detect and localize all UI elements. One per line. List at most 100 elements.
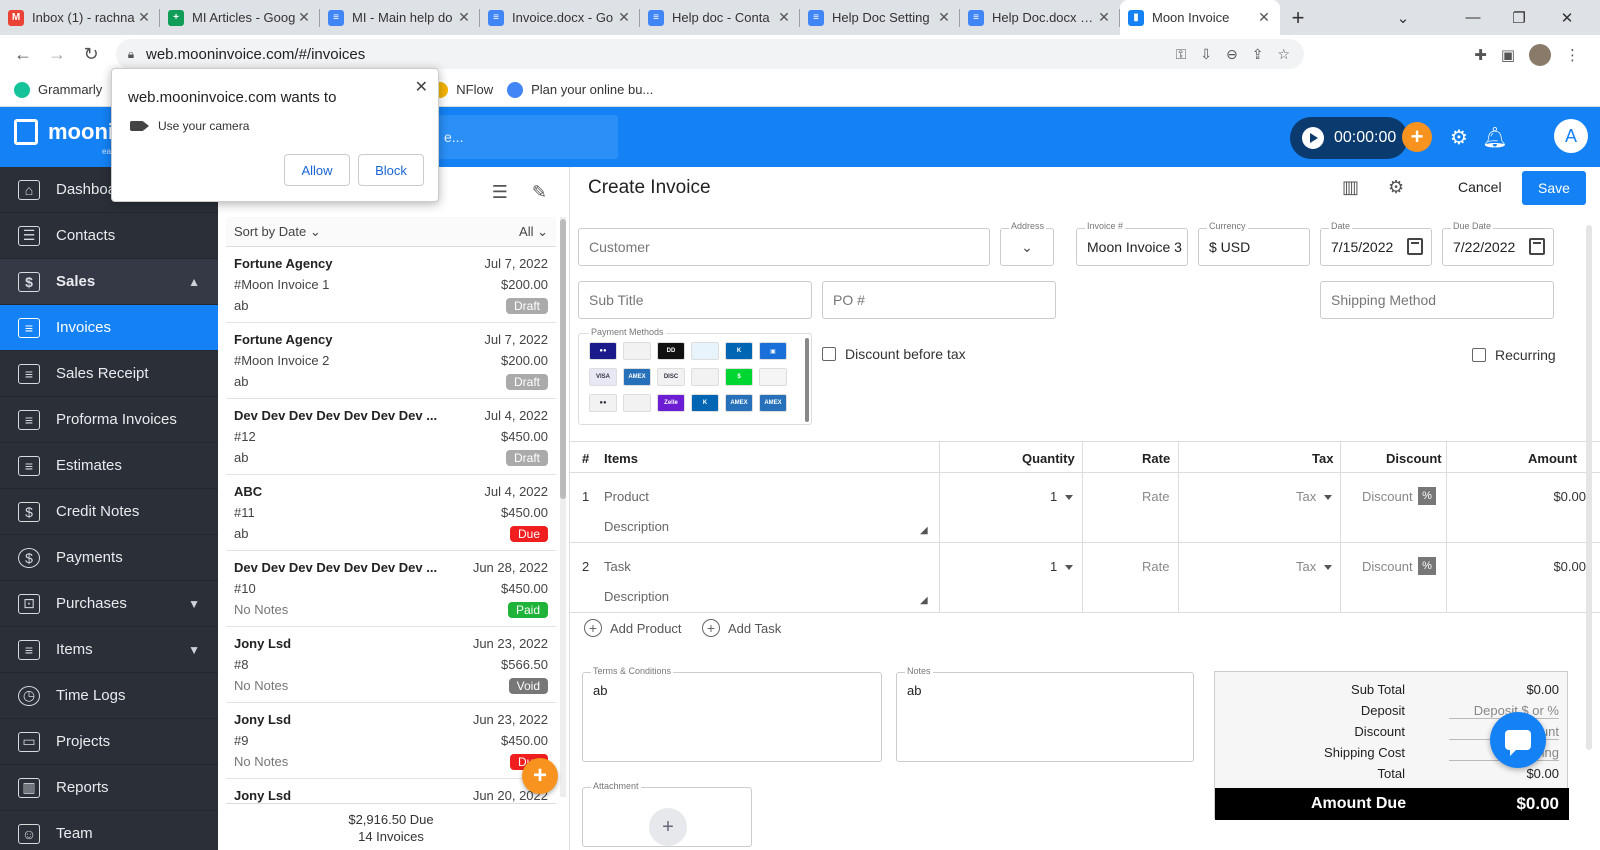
sidebar-item-estimates[interactable]: ≡ Estimates bbox=[0, 443, 218, 489]
discount-input[interactable]: Discount bbox=[1362, 489, 1413, 504]
dd-icon[interactable]: DD bbox=[657, 342, 685, 360]
save-button[interactable]: Save bbox=[1522, 171, 1586, 205]
close-tab-icon[interactable]: ✕ bbox=[776, 9, 792, 26]
due-date-field[interactable]: Due Date 7/22/2022 bbox=[1442, 221, 1554, 266]
address-dropdown[interactable]: Address ⌄ bbox=[1000, 221, 1054, 266]
cashapp-icon[interactable]: $ bbox=[725, 368, 753, 386]
invoice-list-item[interactable]: Dev Dev Dev Dev Dev Dev Dev ... Jul 4, 2… bbox=[226, 399, 556, 475]
amex-icon[interactable]: AMEX bbox=[623, 368, 651, 386]
visa-icon[interactable]: VISA bbox=[589, 368, 617, 386]
sidebar-item-contacts[interactable]: ☰ Contacts bbox=[0, 213, 218, 259]
sidebar-item-projects[interactable]: ▭ Projects bbox=[0, 719, 218, 765]
bookmark-item[interactable]: NFlow bbox=[432, 81, 493, 98]
bookmark-item[interactable]: Grammarly bbox=[14, 81, 102, 98]
filter-icon[interactable]: ☰ bbox=[492, 182, 508, 203]
chevron-down-icon[interactable]: ▼ bbox=[188, 643, 200, 657]
calendar-icon[interactable] bbox=[1529, 238, 1545, 255]
sidebar-item-credit-notes[interactable]: $ Credit Notes bbox=[0, 489, 218, 535]
percent-toggle-icon[interactable]: % bbox=[1418, 557, 1436, 575]
quick-add-icon[interactable]: + bbox=[1402, 122, 1432, 152]
cancel-button[interactable]: Cancel bbox=[1458, 179, 1502, 195]
sidebar-item-purchases[interactable]: ⊡ Purchases ▼ bbox=[0, 581, 218, 627]
invoice-list-item[interactable]: ABC Jul 4, 2022 #11 $450.00 ab Due bbox=[226, 475, 556, 551]
close-tab-icon[interactable]: ✕ bbox=[136, 9, 152, 26]
add-task-button[interactable]: + Add Task bbox=[702, 619, 781, 637]
sidebar-item-invoices[interactable]: ≡ Invoices bbox=[0, 305, 218, 351]
date-field[interactable]: Date 7/15/2022 bbox=[1320, 221, 1432, 266]
sidebar-item-payments[interactable]: $ Payments bbox=[0, 535, 218, 581]
close-tab-icon[interactable]: ✕ bbox=[616, 9, 632, 26]
card-icon[interactable] bbox=[623, 342, 651, 360]
bookmark-star-icon[interactable]: ☆ bbox=[1277, 46, 1290, 63]
klarna-2-icon[interactable]: K bbox=[691, 394, 719, 412]
side-panel-icon[interactable]: ▣ bbox=[1501, 46, 1515, 64]
block-button[interactable]: Block bbox=[358, 154, 424, 186]
shipping-method-field[interactable]: Shipping Method bbox=[1320, 281, 1554, 319]
close-icon[interactable]: ✕ bbox=[415, 77, 428, 97]
browser-tab[interactable]: M Inbox (1) - rachna ✕ bbox=[0, 0, 160, 35]
sidebar-item-time-logs[interactable]: ◷ Time Logs bbox=[0, 673, 218, 719]
discount-input[interactable]: Discount bbox=[1362, 559, 1413, 574]
profile-avatar-icon[interactable] bbox=[1529, 44, 1551, 66]
key-icon[interactable]: ⚿ bbox=[1176, 46, 1187, 63]
user-avatar[interactable]: A bbox=[1554, 119, 1588, 153]
form-scrollbar[interactable] bbox=[1586, 225, 1592, 750]
po-number-field[interactable]: PO # bbox=[822, 281, 1056, 319]
sidebar-item-proforma-invoices[interactable]: ≡ Proforma Invoices bbox=[0, 397, 218, 443]
invoice-list-item[interactable]: Jony Lsd Jun 23, 2022 #8 $566.50 No Note… bbox=[226, 627, 556, 703]
omnibox[interactable]: 🔒︎ web.mooninvoice.com/#/invoices ⚿ ⇩ ⊖ … bbox=[116, 39, 1304, 69]
rate-input[interactable]: Rate bbox=[1142, 559, 1169, 574]
sidebar-item-items[interactable]: ≡ Items ▼ bbox=[0, 627, 218, 673]
currency-field[interactable]: Currency $ USD bbox=[1198, 221, 1310, 266]
recurring-checkbox[interactable]: Recurring bbox=[1472, 347, 1556, 363]
terms-field[interactable]: Terms & Conditions ab bbox=[582, 666, 882, 762]
close-tab-icon[interactable]: ✕ bbox=[296, 9, 312, 26]
share-icon[interactable]: ⇪ bbox=[1252, 46, 1264, 63]
resize-handle-icon[interactable]: ◢ bbox=[920, 525, 928, 536]
reload-icon[interactable]: ↻ bbox=[74, 44, 108, 65]
chevron-down-icon[interactable]: ▼ bbox=[188, 597, 200, 611]
resize-handle-icon[interactable]: ◢ bbox=[920, 595, 928, 606]
cheque-icon[interactable] bbox=[623, 394, 651, 412]
sidebar-item-sales-receipt[interactable]: ≡ Sales Receipt bbox=[0, 351, 218, 397]
browser-tab[interactable]: ≡ Help Doc.docx - G ✕ bbox=[960, 0, 1120, 35]
close-tab-icon[interactable]: ✕ bbox=[456, 9, 472, 26]
install-icon[interactable]: ⇩ bbox=[1200, 46, 1212, 63]
item-description-input[interactable]: Description bbox=[604, 589, 669, 604]
settle-icon[interactable] bbox=[759, 368, 787, 386]
browser-tab[interactable]: + MI Articles - Goog ✕ bbox=[160, 0, 320, 35]
browser-tab[interactable]: ≡ Invoice.docx - Go ✕ bbox=[480, 0, 640, 35]
menu-icon[interactable]: ⋮ bbox=[1565, 46, 1580, 64]
item-name-input[interactable]: Task bbox=[604, 559, 631, 574]
close-tab-icon[interactable]: ✕ bbox=[936, 9, 952, 26]
sidebar-item-team[interactable]: ☺ Team bbox=[0, 811, 218, 850]
amex-3-icon[interactable]: AMEX bbox=[759, 394, 787, 412]
payment-scrollbar[interactable] bbox=[805, 338, 809, 422]
extensions-icon[interactable]: ✚ bbox=[1474, 46, 1487, 64]
subtitle-field[interactable]: Sub Title bbox=[578, 281, 812, 319]
chevron-up-icon[interactable]: ▲ bbox=[188, 275, 200, 289]
invoice-list-item[interactable]: Dev Dev Dev Dev Dev Dev Dev ... Jun 28, … bbox=[226, 551, 556, 627]
url-text[interactable]: web.mooninvoice.com/#/invoices bbox=[146, 46, 365, 63]
list-scrollbar[interactable] bbox=[560, 217, 566, 797]
percent-toggle-icon[interactable]: % bbox=[1418, 487, 1436, 505]
invoice-list-item[interactable]: Fortune Agency Jul 7, 2022 #Moon Invoice… bbox=[226, 323, 556, 399]
barcode-icon[interactable]: ▥ bbox=[1342, 177, 1359, 198]
bank-icon[interactable] bbox=[691, 342, 719, 360]
add-invoice-fab[interactable]: + bbox=[522, 758, 558, 794]
sort-dropdown[interactable]: Sort by Date ⌄ bbox=[234, 224, 321, 240]
bookmark-item[interactable]: Plan your online bu... bbox=[507, 81, 653, 98]
status-filter-dropdown[interactable]: All ⌄ bbox=[519, 224, 548, 240]
item-name-input[interactable]: Product bbox=[604, 489, 649, 504]
allow-button[interactable]: Allow bbox=[284, 154, 350, 186]
quantity-stepper[interactable]: 1 bbox=[1050, 489, 1074, 504]
invoice-list-item[interactable]: Jony Lsd Jun 20, 2022 bbox=[226, 779, 556, 803]
sidebar-item-reports[interactable]: ▥ Reports bbox=[0, 765, 218, 811]
zoom-icon[interactable]: ⊖ bbox=[1226, 46, 1238, 63]
tax-dropdown[interactable]: Tax bbox=[1296, 559, 1333, 574]
notification-bell-icon[interactable]: 🔔︎ bbox=[1480, 122, 1510, 152]
invoice-number-field[interactable]: Invoice # Moon Invoice 3 bbox=[1076, 221, 1188, 266]
invoice-list-item[interactable]: Jony Lsd Jun 23, 2022 #9 $450.00 No Note… bbox=[226, 703, 556, 779]
zelle-icon[interactable]: Zelle bbox=[657, 394, 685, 412]
mastercard-icon[interactable]: ●● bbox=[589, 394, 617, 412]
